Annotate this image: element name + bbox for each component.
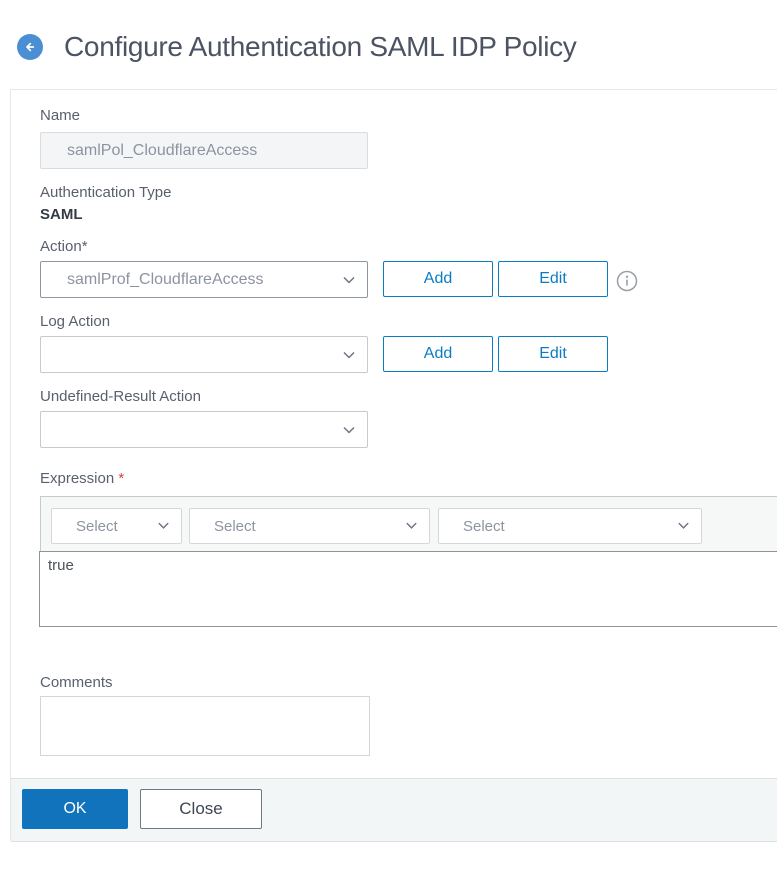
log-action-edit-button[interactable]: Edit [498, 336, 608, 372]
expression-label: Expression * [40, 470, 125, 487]
log-action-label: Log Action [40, 313, 111, 330]
chevron-down-icon [341, 347, 357, 368]
comments-label: Comments [40, 674, 113, 691]
undefined-result-action-label: Undefined-Result Action [40, 388, 201, 405]
info-icon[interactable] [616, 270, 638, 292]
action-edit-button[interactable]: Edit [498, 261, 608, 297]
expression-select-1[interactable]: Select [51, 508, 182, 544]
log-action-select[interactable] [40, 336, 368, 373]
arrow-left-icon [22, 39, 38, 55]
expression-select-2[interactable]: Select [189, 508, 430, 544]
chevron-down-icon [404, 518, 419, 538]
comments-input[interactable] [40, 696, 370, 756]
action-label: Action* [40, 238, 88, 255]
expression-select-1-value: Select [76, 517, 118, 535]
chevron-down-icon [676, 518, 691, 538]
panel-left-border [10, 89, 11, 841]
undefined-result-action-select[interactable] [40, 411, 368, 448]
back-button[interactable] [17, 34, 43, 60]
page-title: Configure Authentication SAML IDP Policy [64, 31, 577, 62]
authentication-type-label: Authentication Type [40, 184, 172, 201]
log-action-add-button[interactable]: Add [383, 336, 493, 372]
action-add-button[interactable]: Add [383, 261, 493, 297]
expression-select-3-value: Select [463, 517, 505, 535]
action-select[interactable]: samlProf_CloudflareAccess [40, 261, 368, 298]
panel-top-border [10, 89, 777, 90]
ok-button[interactable]: OK [22, 789, 128, 829]
expression-input[interactable]: true [39, 551, 777, 627]
authentication-type-value: SAML [40, 206, 83, 223]
name-label: Name [40, 107, 81, 124]
expression-select-3[interactable]: Select [438, 508, 702, 544]
chevron-down-icon [341, 422, 357, 443]
expression-builder-toolbar: Select Select Select [40, 496, 777, 551]
required-asterisk: * [118, 470, 125, 487]
close-button[interactable]: Close [140, 789, 262, 829]
chevron-down-icon [156, 518, 171, 538]
name-input[interactable] [40, 132, 368, 169]
expression-select-2-value: Select [214, 517, 256, 535]
chevron-down-icon [341, 272, 357, 293]
action-select-value: samlProf_CloudflareAccess [67, 270, 264, 288]
